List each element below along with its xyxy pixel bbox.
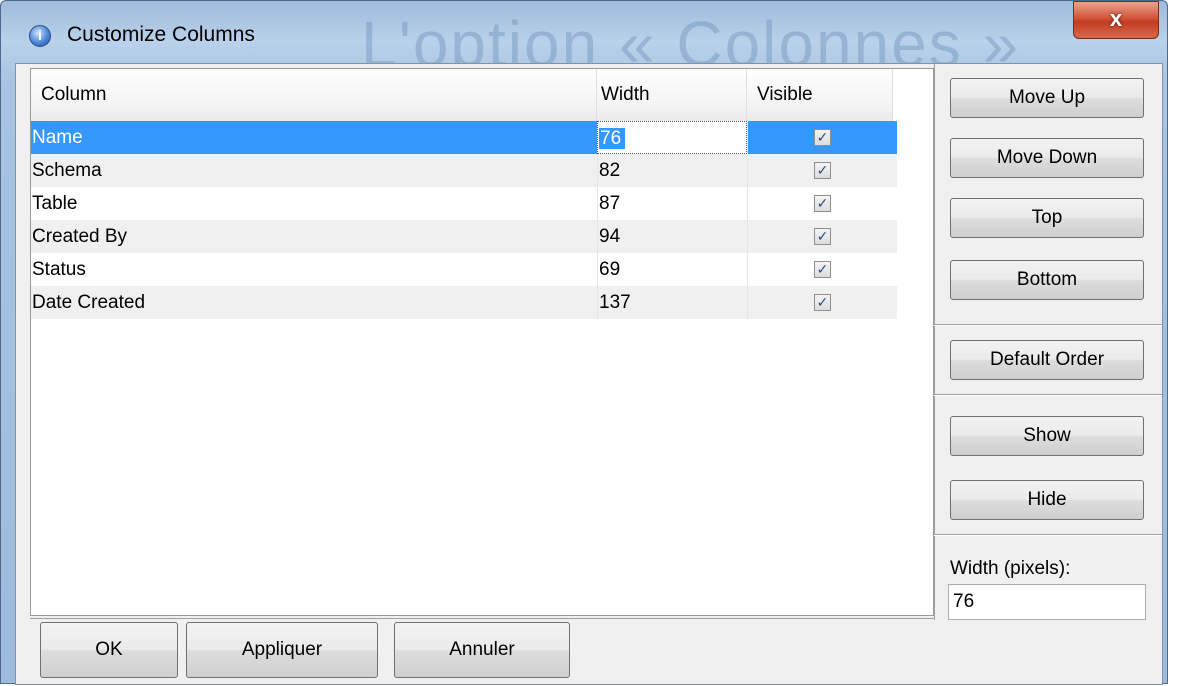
close-button[interactable]: x [1073, 1, 1159, 39]
separator [934, 394, 1162, 396]
cell-column-name[interactable]: Date Created [31, 286, 597, 319]
cell-visible: ✓ [747, 187, 897, 220]
cell-width[interactable]: 76 [597, 121, 747, 154]
move-down-button[interactable]: Move Down [950, 138, 1144, 178]
cell-width[interactable]: 94 [597, 220, 747, 253]
width-label: Width (pixels): [950, 558, 1071, 579]
cell-width-value: 82 [599, 160, 621, 181]
table-body: Name 76 ✓ Schema 82 ✓ Table 87 ✓ Created By 94 ✓ Sta… [31, 121, 897, 319]
show-button[interactable]: Show [950, 416, 1144, 456]
cell-width[interactable]: 137 [597, 286, 747, 319]
visible-checkbox[interactable]: ✓ [814, 261, 831, 278]
cell-visible: ✓ [747, 220, 897, 253]
cell-width-value: 137 [599, 292, 631, 313]
top-button[interactable]: Top [950, 198, 1144, 238]
cell-visible: ✓ [747, 253, 897, 286]
cell-column-name[interactable]: Status [31, 253, 597, 286]
visible-checkbox[interactable]: ✓ [814, 195, 831, 212]
visible-checkbox[interactable]: ✓ [814, 162, 831, 179]
cancel-button[interactable]: Annuler [394, 622, 570, 678]
visible-checkbox[interactable]: ✓ [814, 129, 831, 146]
cell-width[interactable]: 69 [597, 253, 747, 286]
footer-separator [30, 618, 934, 619]
separator [934, 324, 1162, 326]
cell-column-name[interactable]: Schema [31, 154, 597, 187]
window-title: Customize Columns [67, 23, 255, 46]
separator [934, 534, 1162, 536]
table-row[interactable]: Created By 94 ✓ [31, 220, 897, 253]
table-row[interactable]: Schema 82 ✓ [31, 154, 897, 187]
cell-column-name[interactable]: Name [31, 121, 597, 154]
visible-checkbox[interactable]: ✓ [814, 228, 831, 245]
table-row[interactable]: Status 69 ✓ [31, 253, 897, 286]
dialog-client-area: Column Width Visible Name 76 ✓ Schema 82 ✓ Tab… [15, 63, 1163, 685]
cell-column-name[interactable]: Created By [31, 220, 597, 253]
cell-width-value: 76 [599, 128, 626, 149]
header-width[interactable]: Width [597, 69, 747, 121]
ok-button[interactable]: OK [40, 622, 178, 678]
hide-button[interactable]: Hide [950, 480, 1144, 520]
cell-width[interactable]: 87 [597, 187, 747, 220]
bottom-button[interactable]: Bottom [950, 260, 1144, 300]
default-order-button[interactable]: Default Order [950, 340, 1144, 380]
header-visible[interactable]: Visible [747, 69, 893, 121]
panel-divider [934, 64, 935, 620]
info-icon [29, 25, 51, 47]
columns-table: Column Width Visible Name 76 ✓ Schema 82 ✓ Tab… [30, 68, 934, 616]
cell-width-value: 69 [599, 259, 621, 280]
width-input[interactable]: 76 [948, 584, 1146, 620]
table-row[interactable]: Date Created 137 ✓ [31, 286, 897, 319]
table-header: Column Width Visible [31, 69, 893, 122]
cell-visible: ✓ [747, 154, 897, 187]
move-up-button[interactable]: Move Up [950, 78, 1144, 118]
cell-width-value: 87 [599, 193, 621, 214]
dialog-window: L'option « Colonnes » Customize Columns … [0, 0, 1168, 685]
table-row[interactable]: Table 87 ✓ [31, 187, 897, 220]
table-row[interactable]: Name 76 ✓ [31, 121, 897, 154]
header-column[interactable]: Column [31, 69, 597, 121]
cell-visible: ✓ [747, 286, 897, 319]
apply-button[interactable]: Appliquer [186, 622, 378, 678]
cell-width[interactable]: 82 [597, 154, 747, 187]
visible-checkbox[interactable]: ✓ [814, 294, 831, 311]
cell-column-name[interactable]: Table [31, 187, 597, 220]
cell-visible: ✓ [747, 121, 897, 154]
cell-width-value: 94 [599, 226, 621, 247]
